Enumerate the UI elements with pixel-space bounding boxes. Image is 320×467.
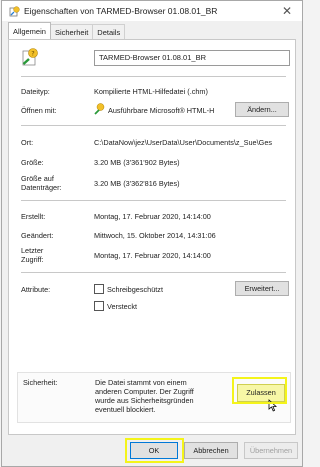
cancel-button[interactable]: Abbrechen <box>184 442 238 459</box>
readonly-label: Schreibgeschützt <box>107 285 163 294</box>
accessed-label-line1: Letzter <box>21 246 44 255</box>
file-properties-icon <box>9 5 20 17</box>
tab-security[interactable]: Sicherheit <box>49 24 94 39</box>
size-value: 3.20 MB (3'361'902 Bytes) <box>94 158 180 167</box>
modified-label: Geändert: <box>21 231 54 240</box>
file-type-label: Dateityp: <box>21 87 50 96</box>
security-text-line4: eventuell blockiert. <box>95 405 156 414</box>
attributes-label: Attribute: <box>21 285 51 294</box>
change-button[interactable]: Ändern... <box>235 102 289 117</box>
mouse-cursor-icon <box>268 399 278 412</box>
divider <box>21 125 286 126</box>
security-text-line3: wurde aus Sicherheitsgründen <box>95 396 194 405</box>
help-app-icon <box>94 103 105 115</box>
unblock-button[interactable]: Zulassen <box>237 384 285 402</box>
size-on-disk-label-line2: Datenträger: <box>21 183 62 192</box>
general-panel: ? TARMED-Browser 01.08.01_BR Dateityp: K… <box>8 39 296 435</box>
hidden-label: Versteckt <box>107 302 138 311</box>
file-type-value: Kompilierte HTML-Hilfedatei (.chm) <box>94 87 208 96</box>
close-icon[interactable]: ✕ <box>280 4 294 18</box>
opens-with-value: Ausführbare Microsoft® HTML-H <box>108 106 215 115</box>
opens-with-label: Öffnen mit: <box>21 106 57 115</box>
size-on-disk-value: 3.20 MB (3'362'816 Bytes) <box>94 179 180 188</box>
divider <box>21 76 286 77</box>
size-on-disk-label-line1: Größe auf <box>21 174 54 183</box>
security-text-line2: anderen Computer. Der Zugriff <box>95 387 194 396</box>
created-label: Erstellt: <box>21 212 46 221</box>
advanced-button[interactable]: Erweitert... <box>235 281 289 296</box>
security-text-line1: Die Datei stammt von einem <box>95 378 187 387</box>
hidden-checkbox[interactable] <box>94 301 104 311</box>
apply-button[interactable]: Übernehmen <box>244 442 298 459</box>
location-value: C:\DataNow\jez\UserData\User\Documents\z… <box>94 138 273 147</box>
chm-file-icon: ? <box>21 48 39 68</box>
location-label: Ort: <box>21 138 34 147</box>
window-title: Eigenschaften von TARMED-Browser 01.08.0… <box>24 6 218 16</box>
accessed-label-line2: Zugriff: <box>21 255 44 264</box>
divider <box>21 272 286 273</box>
modified-value: Mittwoch, 15. Oktober 2014, 14:31:06 <box>94 231 216 240</box>
divider <box>21 200 286 201</box>
tab-strip: Allgemein Sicherheit Details <box>8 22 126 40</box>
properties-dialog: Eigenschaften von TARMED-Browser 01.08.0… <box>1 0 303 467</box>
svg-text:?: ? <box>31 50 34 58</box>
readonly-checkbox[interactable] <box>94 284 104 294</box>
size-label: Größe: <box>21 158 44 167</box>
created-value: Montag, 17. Februar 2020, 14:14:00 <box>94 212 211 221</box>
security-section: Sicherheit: Die Datei stammt von einem a… <box>17 372 291 423</box>
title-bar[interactable]: Eigenschaften von TARMED-Browser 01.08.0… <box>2 1 302 21</box>
accessed-value: Montag, 17. Februar 2020, 14:14:00 <box>94 251 211 260</box>
tab-general[interactable]: Allgemein <box>8 22 51 39</box>
security-label: Sicherheit: <box>23 378 58 387</box>
ok-button[interactable]: OK <box>130 442 178 459</box>
file-name-input[interactable]: TARMED-Browser 01.08.01_BR <box>94 50 290 66</box>
tab-details[interactable]: Details <box>92 24 126 39</box>
